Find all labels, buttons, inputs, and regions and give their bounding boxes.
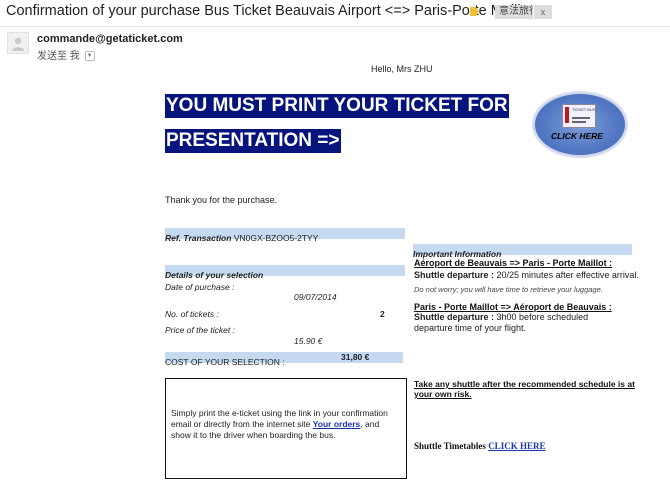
route2-departure-text: 3h00 before scheduled xyxy=(496,312,589,322)
cost-label: COST OF YOUR SELECTION : xyxy=(165,357,285,367)
ref-value: VN0GX-BZOO5-2TYY xyxy=(233,233,319,243)
route2-departure-label: Shuttle departure : xyxy=(414,312,495,322)
cost-bar: COST OF YOUR SELECTION : 31,80 € xyxy=(165,352,403,367)
shuttle-timetables: Shuttle Timetables CLICK HERE xyxy=(414,441,545,451)
timetables-click-here-link[interactable]: CLICK HERE xyxy=(488,441,545,451)
ticket-line xyxy=(572,121,586,123)
price-value: 15.90 € xyxy=(294,336,323,346)
route1-title: Aéroport de Beauvais => Paris - Porte Ma… xyxy=(414,258,613,268)
route1-departure-text: 20/25 minutes after effective arrival. xyxy=(496,270,639,280)
date-label: Date of purchase : xyxy=(165,282,235,292)
your-orders-link[interactable]: Your orders xyxy=(313,419,361,429)
route1-block: Aéroport de Beauvais => Paris - Porte Ma… xyxy=(414,258,639,294)
recipient-text: 发送至 我 xyxy=(37,51,80,62)
ticket-stripe xyxy=(565,107,569,123)
date-value: 09/07/2014 xyxy=(294,292,337,302)
thanks-text: Thank you for the purchase. xyxy=(165,195,278,205)
print-banner-line1: YOU MUST PRINT YOUR TICKET FOR xyxy=(165,94,509,118)
tickets-value: 2 xyxy=(380,309,385,319)
tickets-label: No. of tickets : xyxy=(165,309,219,319)
cost-value: 31,80 € xyxy=(341,352,370,362)
person-avatar-icon xyxy=(12,37,24,51)
timetables-label: Shuttle Timetables xyxy=(414,441,486,451)
route2-block: Paris - Porte Maillot => Aéroport de Bea… xyxy=(414,302,639,334)
details-header: Details of your selection xyxy=(165,270,264,280)
print-banner-line2: PRESENTATION => xyxy=(165,129,341,153)
price-label: Price of the ticket : xyxy=(165,325,235,335)
route1-note: Do not worry; you will have time to retr… xyxy=(414,285,603,294)
greeting: Hello, Mrs ZHU xyxy=(371,64,433,74)
route2-departure-text2: departure time of your flight. xyxy=(414,323,527,333)
email-subject: Confirmation of your purchase Bus Ticket… xyxy=(6,3,533,19)
header-divider xyxy=(0,26,670,27)
route1-departure-label: Shuttle departure : xyxy=(414,270,495,280)
ref-label: Ref. Transaction xyxy=(165,233,232,243)
label-remove-button[interactable]: x xyxy=(533,5,552,19)
route2-title: Paris - Porte Maillot => Aéroport de Bea… xyxy=(414,302,612,312)
shuttle-risk-note: Take any shuttle after the recommended s… xyxy=(414,379,635,399)
recipient-line: 发送至 我 ▼ xyxy=(37,47,95,62)
sender-avatar xyxy=(7,32,29,54)
important-header-bar: Important Information xyxy=(413,244,632,259)
details-header-bar: Details of your selection xyxy=(165,265,405,280)
print-instructions: Simply print the e-ticket using the link… xyxy=(171,408,401,441)
click-here-badge-label[interactable]: CLICK HERE xyxy=(551,131,603,141)
chevron-down-icon[interactable]: ▼ xyxy=(84,51,95,62)
ticket-bus-image[interactable]: TICKET BUS xyxy=(562,104,596,128)
route1-departure: Shuttle departure : 20/25 minutes after … xyxy=(414,270,639,281)
ticket-image-text: TICKET BUS xyxy=(572,107,596,112)
route2-departure: Shuttle departure : 3h00 before schedule… xyxy=(414,312,639,323)
transaction-ref-bar: Ref. Transaction VN0GX-BZOO5-2TYY xyxy=(165,228,405,243)
ticket-line xyxy=(572,117,590,119)
sender-email[interactable]: commande@getaticket.com xyxy=(37,33,183,45)
